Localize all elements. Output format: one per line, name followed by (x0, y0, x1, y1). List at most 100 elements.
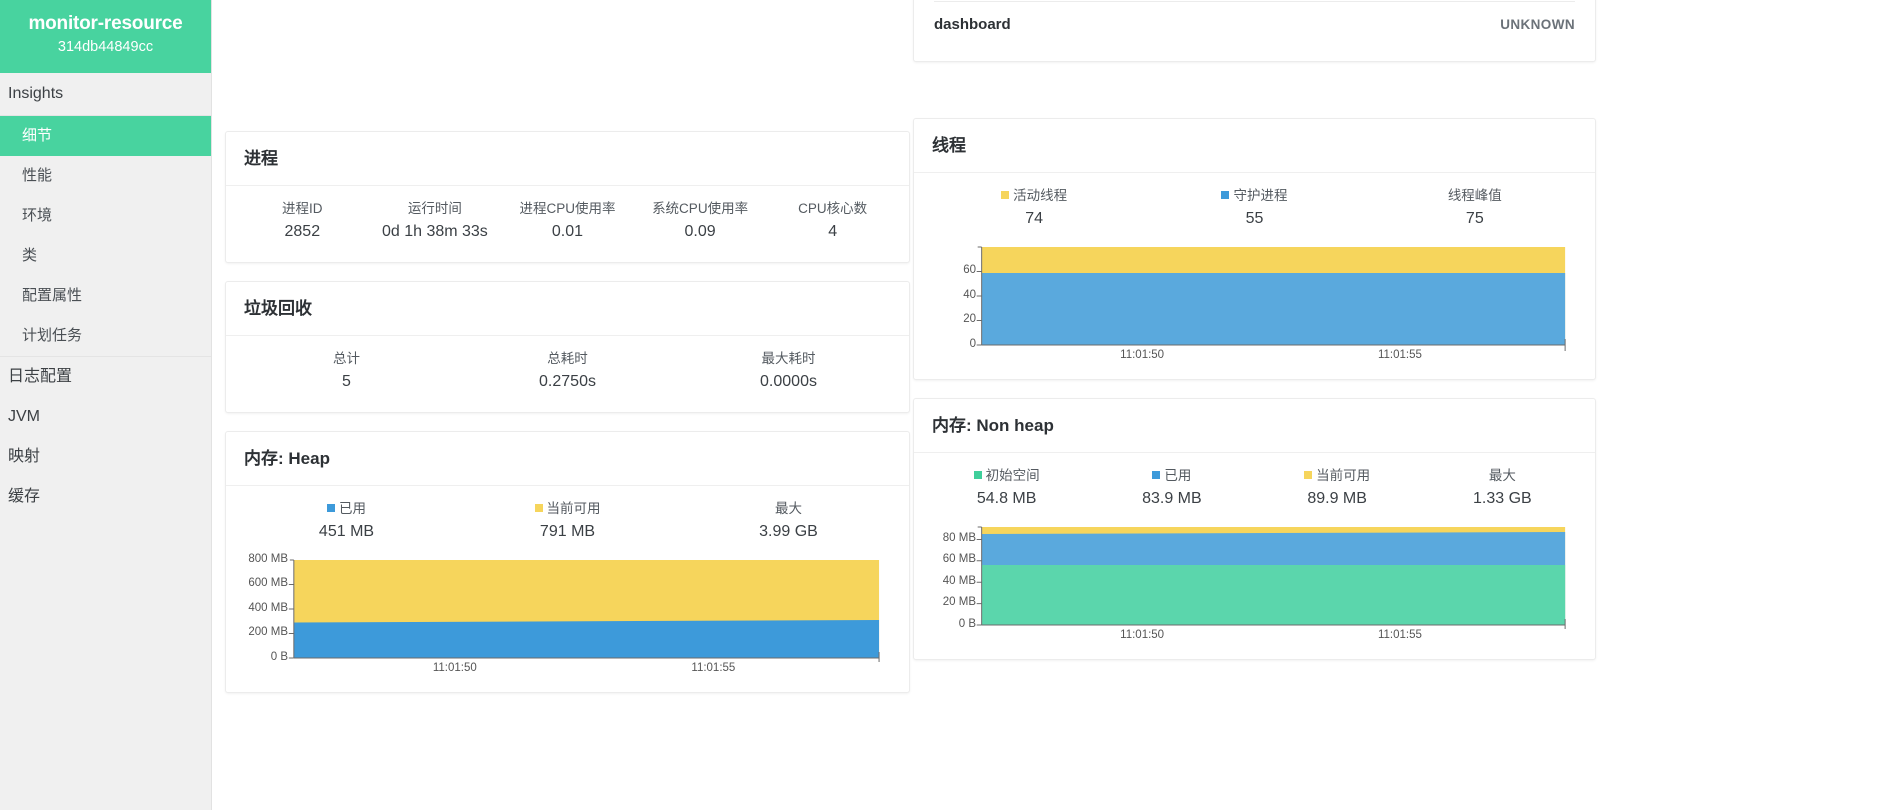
right-column: dashboard UNKNOWN 线程 活动线程 74 守护进程 55 线程峰… (913, 0, 1596, 678)
stat-value: 1.33 GB (1473, 490, 1532, 507)
memory-nonheap-stats: 初始空间 54.8 MB 已用 83.9 MB 当前可用 89.9 MB 最大 … (924, 467, 1585, 511)
threads-chart[interactable]: 60 40 20 0 11:01:50 11:01:55 (924, 241, 1585, 361)
memory-nonheap-chart-svg (976, 526, 1566, 629)
process-card-body: 进程ID 2852 运行时间 0d 1h 38m 33s 进程CPU使用率 0.… (226, 186, 909, 262)
stat-nonheap-init: 初始空间 54.8 MB (924, 467, 1089, 511)
health-rows: dashboard UNKNOWN (914, 2, 1595, 47)
health-row-dashboard[interactable]: dashboard UNKNOWN (914, 2, 1595, 47)
stat-label-text: 已用 (1164, 468, 1192, 483)
stat-gc-max-time: 最大耗时 0.0000s (678, 350, 899, 394)
stat-label: 最大 (1488, 468, 1516, 483)
sidebar-item-label: 日志配置 (8, 368, 73, 385)
threads-card-title: 线程 (914, 119, 1595, 173)
stat-label: CPU核心数 (798, 201, 868, 216)
garbage-collection-card: 垃圾回收 总计 5 总耗时 0.2750s 最大耗时 0.0000s (225, 281, 910, 413)
series-area-daemon-threads (981, 273, 1566, 345)
y-tick-marks (976, 271, 982, 346)
stat-label: 最大耗时 (761, 351, 816, 366)
stat-label: 活动线程 (924, 187, 1144, 205)
brand-instance-id: 314db44849cc (57, 39, 154, 55)
stat-label: 运行时间 (407, 201, 462, 216)
sidebar-item-loggers[interactable]: 日志配置 (0, 357, 211, 397)
stat-value: 0d 1h 38m 33s (381, 223, 488, 240)
stat-label: 初始空间 (924, 467, 1089, 485)
stat-label-text: 已用 (339, 501, 366, 516)
stat-label: 当前可用 (1255, 467, 1420, 485)
legend-swatch-used-icon (327, 504, 335, 512)
right-column-spacer (913, 80, 1596, 118)
health-card-bottom-pad (914, 47, 1595, 61)
stat-value: 5 (342, 373, 351, 390)
stat-label: 系统CPU使用率 (652, 201, 749, 216)
sidebar-item-configprops[interactable]: 配置属性 (0, 276, 211, 316)
stat-label: 进程CPU使用率 (519, 201, 616, 216)
left-column-spacer (225, 0, 910, 131)
stat-label: 总计 (333, 351, 360, 366)
series-area-used (293, 620, 880, 658)
sidebar-item-label: 计划任务 (22, 327, 83, 344)
stat-system-cpu-usage: 系统CPU使用率 0.09 (634, 200, 767, 244)
stat-value: 791 MB (539, 523, 596, 540)
gc-stats: 总计 5 总耗时 0.2750s 最大耗时 0.0000s (236, 350, 899, 394)
stat-value: 451 MB (318, 523, 375, 540)
sidebar-item-scheduled-tasks[interactable]: 计划任务 (0, 316, 211, 356)
memory-nonheap-card-body: 初始空间 54.8 MB 已用 83.9 MB 当前可用 89.9 MB 最大 … (914, 453, 1595, 659)
stat-value: 0.09 (684, 223, 716, 240)
memory-nonheap-chart[interactable]: 80 MB 60 MB 40 MB 20 MB 0 B 11:01:50 11:… (924, 521, 1585, 641)
series-area-init (981, 565, 1566, 625)
legend-swatch-committed-icon (534, 504, 543, 512)
stat-process-cpu-usage: 进程CPU使用率 0.01 (501, 200, 634, 244)
sidebar-item-label: 配置属性 (22, 287, 83, 304)
memory-heap-chart[interactable]: 800 MB 600 MB 400 MB 200 MB 0 B 11:01:50… (236, 553, 899, 674)
stat-value: 74 (1025, 210, 1044, 227)
sidebar-item-details[interactable]: 细节 (0, 116, 211, 156)
gc-card-title: 垃圾回收 (226, 282, 909, 336)
legend-swatch-live-icon (1001, 191, 1010, 199)
memory-nonheap-card: 内存: Non heap 初始空间 54.8 MB 已用 83.9 MB 当前可… (913, 398, 1596, 660)
brand-header[interactable]: monitor-resource 314db44849cc (0, 0, 211, 73)
stat-value: 0.0000s (760, 373, 817, 390)
sidebar-item-classes[interactable]: 类 (0, 236, 211, 276)
process-card-title: 进程 (226, 132, 909, 186)
stat-label: 当前可用 (457, 500, 678, 518)
stat-daemon-threads: 守护进程 55 (1144, 187, 1364, 231)
stat-value: 0.01 (551, 223, 584, 240)
health-card: dashboard UNKNOWN (913, 0, 1596, 62)
y-tick-marks (288, 584, 294, 659)
stat-live-threads: 活动线程 74 (924, 187, 1144, 231)
status-badge: UNKNOWN (1500, 17, 1575, 32)
legend-swatch-committed-icon (1304, 471, 1313, 479)
sidebar-item-label: 映射 (8, 448, 41, 465)
stat-peak-threads: 线程峰值 75 (1365, 187, 1585, 231)
threads-card-body: 活动线程 74 守护进程 55 线程峰值 75 60 40 20 0 11:01… (914, 173, 1595, 379)
stat-value: 83.9 MB (1142, 490, 1202, 507)
legend-swatch-init-icon (973, 471, 982, 479)
stat-value: 55 (1245, 210, 1264, 227)
stat-heap-used: 已用 451 MB (236, 500, 457, 544)
stat-value: 3.99 GB (759, 523, 818, 540)
sidebar-item-environment[interactable]: 环境 (0, 196, 211, 236)
sidebar-item-label: JVM (8, 408, 40, 425)
memory-heap-card-title: 内存: Heap (226, 432, 909, 486)
stat-heap-committed: 当前可用 791 MB (457, 500, 678, 544)
stat-nonheap-max: 最大 1.33 GB (1420, 467, 1585, 511)
threads-stats: 活动线程 74 守护进程 55 线程峰值 75 (924, 187, 1585, 231)
stat-value: 4 (828, 223, 838, 240)
stat-value: 54.8 MB (976, 490, 1037, 507)
memory-heap-card-body: 已用 451 MB 当前可用 791 MB 最大 3.99 GB 800 MB … (226, 486, 909, 692)
memory-heap-stats: 已用 451 MB 当前可用 791 MB 最大 3.99 GB (236, 500, 899, 544)
stat-label: 线程峰值 (1447, 188, 1502, 203)
sidebar-item-jvm[interactable]: JVM (0, 397, 211, 437)
sidebar-item-performance[interactable]: 性能 (0, 156, 211, 196)
nav-group-insights: Insights (0, 73, 211, 116)
legend-swatch-used-icon (1152, 471, 1161, 479)
stat-gc-count: 总计 5 (236, 350, 457, 394)
sidebar-item-mappings[interactable]: 映射 (0, 437, 211, 477)
main-content: 进程 进程ID 2852 运行时间 0d 1h 38m 33s 进程CPU使用率 (212, 0, 1896, 810)
stat-nonheap-committed: 当前可用 89.9 MB (1255, 467, 1420, 511)
stat-value: 89.9 MB (1307, 490, 1367, 507)
stat-gc-total-time: 总耗时 0.2750s (457, 350, 678, 394)
stat-label: 守护进程 (1144, 187, 1364, 205)
sidebar-item-caches[interactable]: 缓存 (0, 477, 211, 517)
sidebar-item-label: 环境 (22, 207, 53, 224)
